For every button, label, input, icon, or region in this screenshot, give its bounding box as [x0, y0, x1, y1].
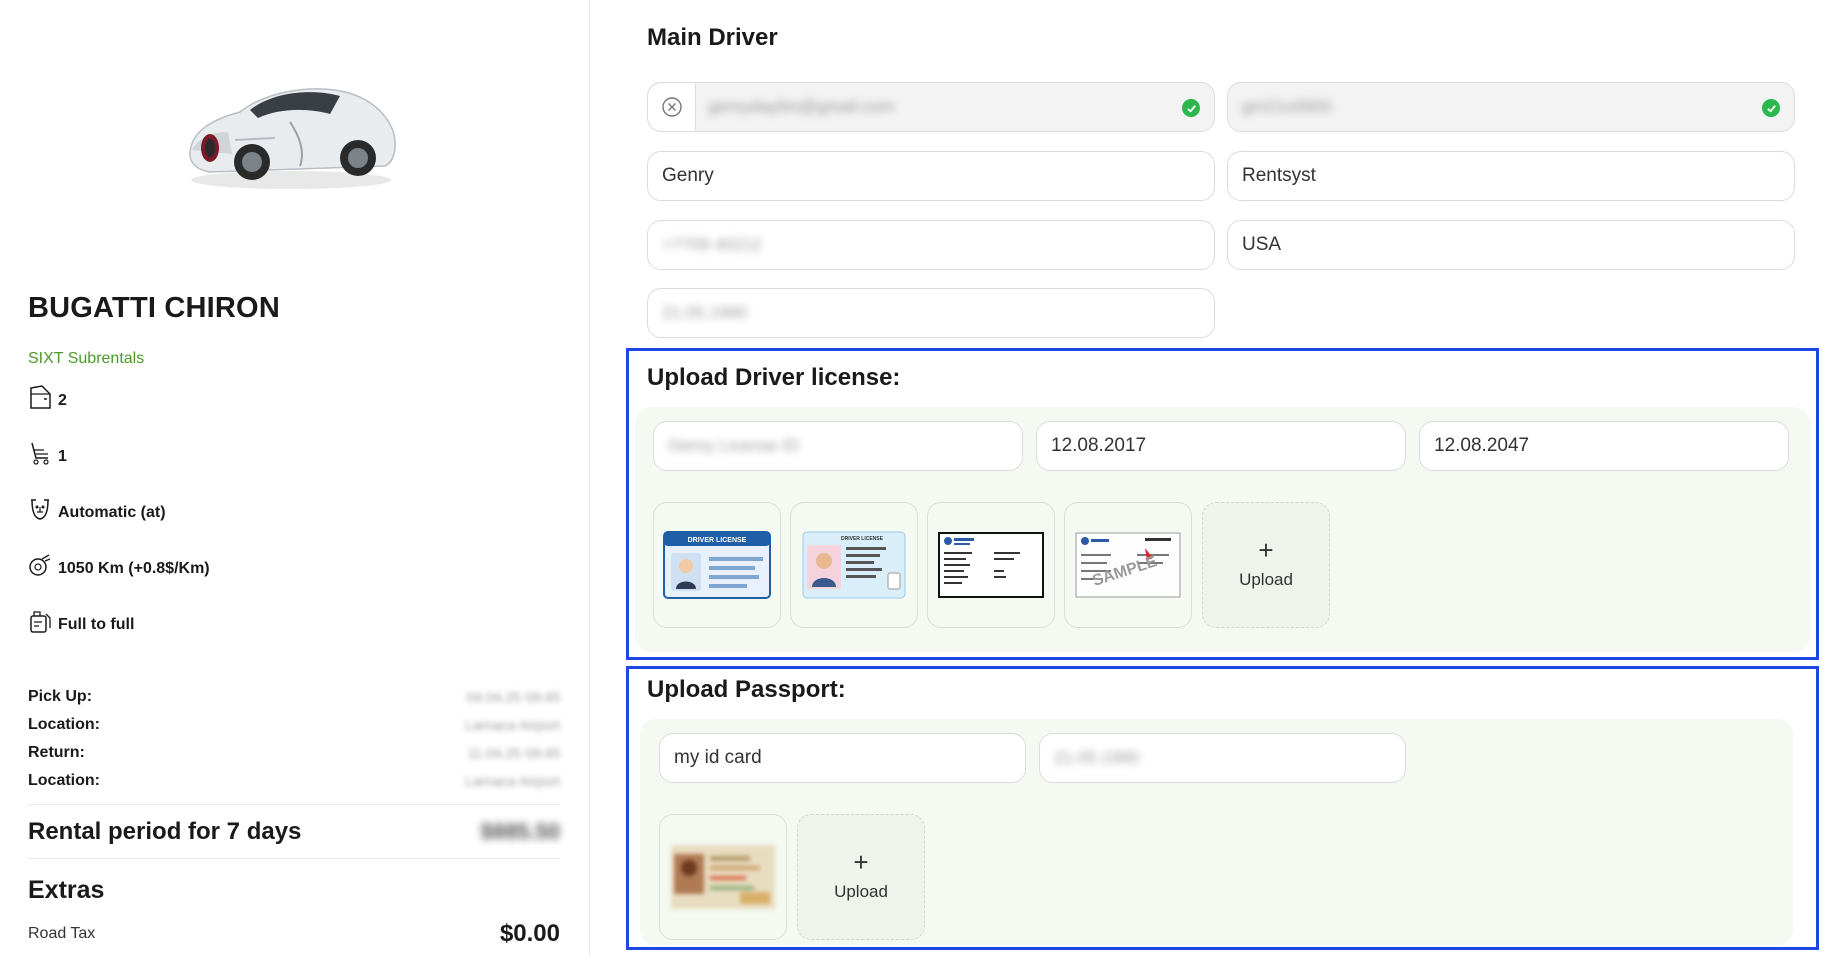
- spec-mileage: 1050 Km (+0.8$/Km): [28, 552, 210, 578]
- return-location-value: Larnaca Airport: [465, 773, 560, 789]
- license-issue-date-field[interactable]: 12.08.2017: [1036, 421, 1406, 471]
- spec-transmission: Automatic (at): [28, 496, 166, 522]
- upload-passport-label: Upload: [834, 882, 888, 901]
- spec-doors-value: 2: [58, 392, 67, 409]
- fuel-icon: [30, 611, 51, 633]
- return-value: 11.04.25 09:45: [467, 745, 560, 761]
- upload-license-button[interactable]: + Upload: [1202, 502, 1330, 628]
- birth-date-value: 21.05.1990: [662, 303, 748, 322]
- first-name-value: Genry: [662, 165, 714, 186]
- clear-email-button[interactable]: [648, 83, 696, 131]
- driver-license-title: Upload Driver license:: [647, 364, 901, 391]
- rental-period-row: Rental period for 7 days $885.50: [28, 818, 560, 846]
- extra-item-price: $0.00: [499, 920, 560, 947]
- birth-date-field[interactable]: 21.05.1990: [647, 288, 1215, 338]
- divider: [28, 804, 560, 805]
- rental-period-label: Rental period for 7 days: [28, 818, 302, 845]
- spec-seats-value: 1: [58, 448, 67, 465]
- seat-icon: [31, 442, 49, 465]
- pickup-location-value: Larnaca Airport: [465, 717, 560, 733]
- spec-transmission-value: Automatic (at): [58, 504, 166, 521]
- insurance-card-image: [938, 532, 1044, 598]
- extras-title: Extras: [28, 876, 105, 904]
- return-location-row: Location: Larnaca Airport: [28, 772, 560, 790]
- return-label: Return:: [28, 744, 85, 761]
- passport-name-value: my id card: [674, 747, 762, 768]
- upload-license-label: Upload: [1239, 570, 1293, 589]
- extra-item-name: Road Tax: [28, 925, 96, 942]
- plus-icon: +: [853, 847, 869, 877]
- license-thumbnail[interactable]: DRIVER LICENSE: [653, 502, 781, 628]
- last-name-field[interactable]: Rentsyst: [1227, 151, 1795, 201]
- license-number-field[interactable]: Genry License ID: [653, 421, 1023, 471]
- plus-icon: +: [1258, 535, 1274, 565]
- pickup-row: Pick Up: 04.04.25 09:45: [28, 688, 560, 706]
- spec-fuel-value: Full to full: [58, 616, 135, 633]
- pickup-location-row: Location: Larnaca Airport: [28, 716, 560, 734]
- car-title: BUGATTI CHIRON: [28, 292, 280, 324]
- license-number-value: Genry License ID: [668, 436, 800, 455]
- divider: [28, 858, 560, 859]
- pickup-value: 04.04.25 09:45: [466, 689, 560, 705]
- spec-fuel: Full to full: [28, 608, 134, 634]
- passport-name-field[interactable]: my id card: [659, 733, 1026, 783]
- license-card-image: DRIVER LICENSE: [663, 531, 771, 599]
- gearbox-icon: [31, 499, 49, 520]
- country-field[interactable]: USA: [1227, 220, 1795, 270]
- license-card-heading: DRIVER LICENSE: [688, 537, 747, 544]
- car-summary-panel: BUGATTI CHIRON SIXT Subrentals 2 1 Autom…: [0, 0, 590, 957]
- extra-item-road-tax: Road Tax $0.00: [28, 920, 560, 948]
- first-name-field[interactable]: Genry: [647, 151, 1215, 201]
- license-expiry-date-field[interactable]: 12.08.2047: [1419, 421, 1789, 471]
- main-driver-title: Main Driver: [647, 24, 778, 51]
- passport-date-value: 21.05.1990: [1054, 748, 1140, 767]
- passport-title: Upload Passport:: [647, 676, 846, 703]
- close-circle-icon: [661, 97, 682, 117]
- return-row: Return: 11.04.25 09:45: [28, 744, 560, 762]
- license-card-heading: DRIVER LICENSE: [841, 536, 884, 542]
- return-location-label: Location:: [28, 772, 100, 789]
- spec-mileage-value: 1050 Km (+0.8$/Km): [58, 560, 210, 577]
- license-issue-date-value: 12.08.2017: [1051, 435, 1147, 456]
- door-icon: [30, 385, 51, 409]
- pickup-location-label: Location:: [28, 716, 100, 733]
- spec-doors: 2: [28, 384, 67, 410]
- license-thumbnail[interactable]: DRIVER LICENSE: [790, 502, 918, 628]
- passport-date-field[interactable]: 21.05.1990: [1039, 733, 1406, 783]
- check-icon: [1182, 99, 1200, 117]
- password-field[interactable]: gm21o0900: [1227, 82, 1795, 132]
- email-value: genrydaylim@gmail.com: [708, 97, 895, 116]
- license-card-image: DRIVER LICENSE: [802, 531, 906, 599]
- license-expiry-date-value: 12.08.2047: [1434, 435, 1530, 456]
- sample-card-thumbnail[interactable]: SAMPLE: [1064, 502, 1192, 628]
- car-image: [180, 62, 402, 192]
- email-field[interactable]: genrydaylim@gmail.com: [647, 82, 1215, 132]
- check-icon: [1762, 99, 1780, 117]
- odometer-icon: [29, 554, 51, 576]
- id-card-image: [671, 845, 775, 909]
- insurance-card-thumbnail[interactable]: [927, 502, 1055, 628]
- spec-seats: 1: [28, 440, 67, 466]
- country-value: USA: [1242, 234, 1282, 255]
- upload-passport-button[interactable]: + Upload: [797, 814, 925, 940]
- passport-thumbnail[interactable]: [659, 814, 787, 940]
- phone-field[interactable]: +7709 40212: [647, 220, 1215, 270]
- sample-card-image: SAMPLE: [1075, 532, 1181, 598]
- rental-period-price: $885.50: [480, 819, 560, 844]
- last-name-value: Rentsyst: [1242, 165, 1316, 186]
- password-value: gm21o0900: [1242, 97, 1332, 116]
- supplier-name: SIXT Subrentals: [28, 350, 145, 367]
- pickup-label: Pick Up:: [28, 688, 93, 705]
- booking-form: Main Driver genrydaylim@gmail.com gm21o0…: [590, 0, 1828, 957]
- phone-value: +7709 40212: [662, 235, 762, 254]
